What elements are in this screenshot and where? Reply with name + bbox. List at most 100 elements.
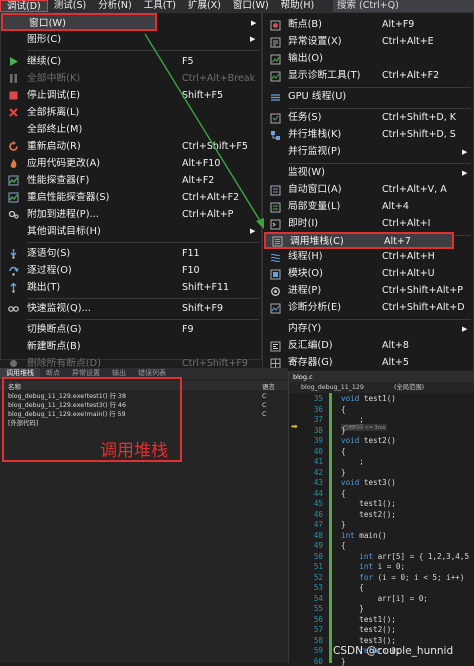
line-number: 54 bbox=[313, 593, 323, 603]
menu-item-toggle-breakpoint[interactable]: 切换断点(G) F9 bbox=[1, 321, 261, 338]
submenu-item-shortcut: Ctrl+Shift+D, K bbox=[382, 112, 457, 123]
code-line[interactable]: } bbox=[341, 468, 346, 477]
line-number: 43 bbox=[313, 478, 323, 487]
menu-item-new-breakpoint[interactable]: 新建断点(B) bbox=[1, 338, 261, 355]
menu-item-graphics[interactable]: 图形(C) ▶ bbox=[1, 31, 261, 48]
code-line[interactable]: void test2() bbox=[341, 436, 396, 445]
submenu-item-parallel-stacks[interactable]: 并行堆栈(K) Ctrl+Shift+D, S bbox=[263, 127, 473, 144]
menu-separator bbox=[288, 108, 471, 109]
code-line[interactable]: } bbox=[341, 426, 346, 435]
code-line[interactable]: { bbox=[341, 405, 346, 414]
menu-item-terminate-all[interactable]: 全部终止(M) bbox=[1, 121, 261, 138]
submenu-item-gpu-threads[interactable]: GPU 线程(U) bbox=[263, 89, 473, 106]
exception-icon bbox=[270, 37, 281, 48]
frame-language: C bbox=[262, 411, 267, 418]
submenu-item-locals[interactable]: 局部变量(L) Alt+4 bbox=[263, 199, 473, 216]
line-number: 60 bbox=[313, 656, 323, 666]
submenu-item-threads[interactable]: 线程(H) Ctrl+Alt+H bbox=[263, 249, 473, 266]
submenu-item-output[interactable]: 输出(O) bbox=[263, 51, 473, 68]
submenu-item-call-stack[interactable]: 调用堆栈(C) Alt+7 bbox=[264, 232, 454, 249]
submenu-item-label: 断点(B) bbox=[288, 19, 322, 30]
menu-item-quickwatch[interactable]: 快速监视(Q)... Shift+F9 bbox=[1, 300, 261, 317]
submenu-item-label: 即时(I) bbox=[288, 218, 319, 229]
menu-item-stop-debugging[interactable]: 停止调试(E) Shift+F5 bbox=[1, 87, 261, 104]
submenu-item-exception-settings[interactable]: 异常设置(X) Ctrl+Alt+E bbox=[263, 34, 473, 51]
code-line[interactable]: { bbox=[341, 489, 346, 498]
code-line[interactable]: arr[i] = 0; bbox=[341, 594, 428, 603]
submenu-item-modules[interactable]: 模块(O) Ctrl+Alt+U bbox=[263, 266, 473, 283]
submenu-item-breakpoints[interactable]: 断点(B) Alt+F9 bbox=[263, 17, 473, 34]
watermark: CSDN @couple_hunnid bbox=[333, 645, 454, 657]
submenu-item-label: 并行监视(P) bbox=[288, 146, 341, 157]
code-line[interactable]: void test3() bbox=[341, 478, 396, 487]
call-stack-icon bbox=[272, 236, 283, 247]
menu-separator bbox=[27, 50, 259, 51]
menu-item-relaunch-profiler[interactable]: 重启性能探查器(S) Ctrl+Alt+F2 bbox=[1, 189, 261, 206]
submenu-item-label: GPU 线程(U) bbox=[288, 91, 347, 102]
project-dropdown[interactable]: blog_debug_11_129 bbox=[301, 382, 364, 393]
menu-extensions[interactable]: 扩展(X) bbox=[182, 0, 227, 12]
menu-item-attach-to-process[interactable]: 附加到进程(P)... Ctrl+Alt+P bbox=[1, 206, 261, 223]
tab-blog-c[interactable]: blog.c bbox=[293, 372, 313, 382]
menu-item-shortcut: Ctrl+Shift+F5 bbox=[182, 141, 248, 152]
code-line[interactable]: test2(); bbox=[341, 625, 396, 634]
code-line[interactable]: { bbox=[341, 541, 346, 550]
line-number: 53 bbox=[313, 583, 323, 592]
menu-help[interactable]: 帮助(H) bbox=[275, 0, 321, 12]
menu-item-step-over[interactable]: 逐过程(O) F10 bbox=[1, 262, 261, 279]
code-line[interactable]: test1(); bbox=[341, 499, 396, 508]
submenu-item-disassembly[interactable]: 反汇编(D) Alt+8 bbox=[263, 338, 473, 355]
menu-test[interactable]: 测试(S) bbox=[48, 0, 92, 12]
code-line[interactable]: int arr[5] = { 1,2,3,4,5 }; bbox=[341, 552, 474, 561]
column-header-language[interactable]: 语言 bbox=[262, 381, 275, 391]
menu-separator bbox=[288, 87, 471, 88]
submenu-item-processes[interactable]: 进程(P) Ctrl+Shift+Alt+P bbox=[263, 283, 473, 300]
menu-item-shortcut: Shift+F5 bbox=[182, 90, 224, 101]
menu-analyze[interactable]: 分析(N) bbox=[92, 0, 138, 12]
menu-item-restart[interactable]: 重新启动(R) Ctrl+Shift+F5 bbox=[1, 138, 261, 155]
code-line[interactable]: } bbox=[341, 604, 364, 613]
submenu-item-immediate[interactable]: 即时(I) Ctrl+Alt+I bbox=[263, 216, 473, 233]
menu-item-detach-all[interactable]: 全部拆离(L) bbox=[1, 104, 261, 121]
menu-item-continue[interactable]: 继续(C) F5 bbox=[1, 53, 261, 70]
menu-item-other-targets[interactable]: 其他调试目标(H) ▶ bbox=[1, 223, 261, 240]
menu-item-step-into[interactable]: 逐语句(S) F11 bbox=[1, 245, 261, 262]
code-line[interactable]: int i = 0; bbox=[341, 562, 405, 571]
submenu-item-label: 异常设置(X) bbox=[288, 36, 342, 47]
scope-dropdown[interactable]: (全局范围) bbox=[394, 382, 424, 393]
menu-tools[interactable]: 工具(T) bbox=[138, 0, 182, 12]
submenu-item-label: 并行堆栈(K) bbox=[288, 129, 342, 140]
menu-item-window[interactable]: 窗口(W) ▶ bbox=[1, 13, 256, 31]
code-line[interactable]: test3(); bbox=[341, 636, 396, 645]
line-number: 55 bbox=[313, 604, 323, 613]
submenu-item-registers[interactable]: 寄存器(G) Alt+5 bbox=[263, 355, 473, 372]
submenu-item-memory[interactable]: 内存(Y) ▶ bbox=[263, 321, 473, 338]
code-line[interactable]: { bbox=[341, 583, 364, 592]
submenu-item-autos[interactable]: 自动窗口(A) Ctrl+Alt+V, A bbox=[263, 182, 473, 199]
menu-item-step-out[interactable]: 跳出(T) Shift+F11 bbox=[1, 279, 261, 296]
submenu-item-label: 自动窗口(A) bbox=[288, 184, 342, 195]
code-line[interactable]: test2(); bbox=[341, 510, 396, 519]
submenu-item-diagnostic-tools[interactable]: 显示诊断工具(T) Ctrl+Alt+F2 bbox=[263, 68, 473, 85]
menu-item-label: 全部中断(K) bbox=[27, 73, 81, 84]
menu-item-profiler[interactable]: 性能探查器(F) Alt+F2 bbox=[1, 172, 261, 189]
code-line[interactable]: } bbox=[341, 520, 346, 529]
line-number: 38 bbox=[313, 425, 323, 435]
menu-item-apply-code-changes[interactable]: 应用代码更改(A) Alt+F10 bbox=[1, 155, 261, 172]
code-line[interactable]: int main() bbox=[341, 531, 387, 540]
submenu-item-diagnostic-analysis[interactable]: 诊断分析(E) Ctrl+Shift+Alt+D bbox=[263, 300, 473, 317]
menu-debug[interactable]: 调试(D) bbox=[0, 0, 48, 12]
code-line[interactable]: ; bbox=[341, 457, 364, 466]
code-line[interactable]: { bbox=[341, 447, 346, 456]
code-line[interactable]: ; bbox=[341, 415, 364, 424]
code-line[interactable]: void test1() bbox=[341, 394, 396, 403]
submenu-item-label: 输出(O) bbox=[288, 53, 323, 64]
submenu-item-tasks[interactable]: 任务(S) Ctrl+Shift+D, K bbox=[263, 110, 473, 127]
submenu-item-watch[interactable]: 监视(W) ▶ bbox=[263, 165, 473, 182]
code-line[interactable]: test1(); bbox=[341, 615, 396, 624]
code-line[interactable]: } bbox=[341, 657, 346, 666]
submenu-item-parallel-watch[interactable]: 并行监视(P) ▶ bbox=[263, 144, 473, 161]
search-box[interactable]: 搜索 (Ctrl+Q) bbox=[333, 0, 474, 12]
code-line[interactable]: for (i = 0; i < 5; i++) bbox=[341, 573, 464, 582]
menu-window[interactable]: 窗口(W) bbox=[227, 0, 275, 12]
